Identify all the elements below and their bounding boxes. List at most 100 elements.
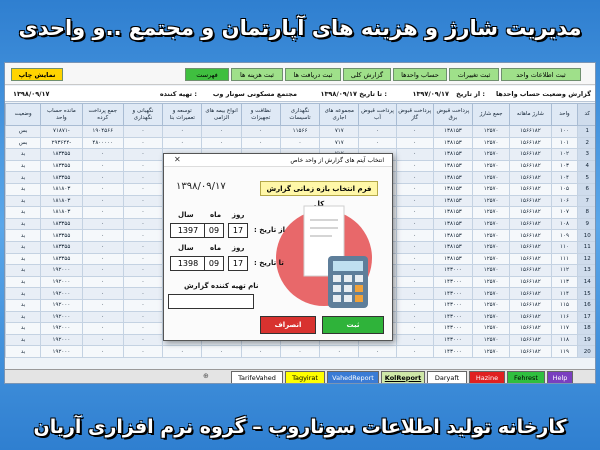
table-cell[interactable]: ٠ [395,159,434,173]
table-cell[interactable]: ٠ [81,264,124,277]
table-cell[interactable]: 2 [577,136,595,150]
table-cell[interactable]: بس [5,136,42,150]
table-cell[interactable]: ۱۵۶۶۱۸۲ [509,287,552,300]
table-cell[interactable]: ٠ [201,345,242,358]
table-cell[interactable]: ۱۳۸۱۵۳ [432,206,474,219]
table-cell[interactable]: ٠ [122,229,164,242]
table-cell[interactable]: ۱۹۲۰۰۰ [40,333,83,347]
table-cell[interactable]: ٠ [81,322,124,335]
table-cell[interactable]: ۱۵۶۶۱۸۲ [509,148,552,161]
table-cell[interactable]: ٠ [395,182,434,196]
table-cell[interactable]: ۱۲۵۷۰ [472,125,511,138]
table-cell[interactable]: ٠ [240,345,281,358]
table-cell[interactable]: ۱۴۳۰۰۰ [432,310,474,324]
table-cell[interactable]: ۱۲۵۷۰ [472,287,511,300]
table-cell[interactable]: ۱۱۹ [550,345,579,358]
table-cell[interactable]: ٠ [395,229,434,242]
table-cell[interactable]: ۱۹۲۰۰۰ [40,298,83,312]
table-cell[interactable]: ۱۵۶۶۱۸۲ [509,310,552,324]
table-cell[interactable]: ۱۲۵۷۰ [472,148,511,161]
table-cell[interactable]: ۱۲۵۷۰ [472,345,511,358]
table-cell[interactable]: ۱۸۳۳۵۵ [40,159,83,173]
table-cell[interactable]: ٠ [162,345,203,358]
table-cell[interactable]: 18 [577,322,595,335]
table-cell[interactable]: ۱۰۵ [550,182,579,196]
table-cell[interactable]: ٠ [81,194,124,208]
expenses-button[interactable]: ثبت هزینه ها [231,68,283,81]
table-cell[interactable]: ۱۵۶۶۱۸۲ [509,136,552,150]
table-cell[interactable]: ٠ [122,148,164,161]
tab-kolreport[interactable]: KolReport [381,371,425,383]
table-cell[interactable]: ۱۸۱۸۰۳ [40,194,83,208]
table-cell[interactable]: ٠ [122,217,164,231]
to-month-input[interactable] [204,256,224,271]
table-cell[interactable]: 11 [577,240,595,254]
preparer-name-input[interactable] [168,294,254,309]
table-cell[interactable]: ۱۵۶۶۱۸۲ [509,217,552,231]
submit-button[interactable]: ثبت [322,316,384,334]
table-cell[interactable]: 3 [577,148,595,161]
table-cell[interactable]: ۱۵۶۶۱۸۲ [509,275,552,289]
table-cell[interactable]: بد [5,287,42,300]
table-cell[interactable]: ۱۸۳۳۵۵ [40,217,83,231]
table-cell[interactable]: ۷۱۷ [319,136,360,150]
table-cell[interactable]: ٠ [358,345,397,358]
table-cell[interactable]: ۱۲۵۷۰ [472,171,511,184]
table-cell[interactable]: ۱۳۸۱۵۳ [432,182,474,196]
table-cell[interactable]: ۱۱۷ [550,322,579,335]
tab-fehrest[interactable]: Fehrest [507,371,545,383]
table-cell[interactable]: ٠ [201,125,242,138]
table-cell[interactable]: ٠ [122,322,164,335]
table-cell[interactable]: ٠ [395,252,434,266]
table-cell[interactable]: ۱۴۳۰۰۰ [432,275,474,289]
table-cell[interactable]: 20 [577,345,595,358]
table-cell[interactable]: ۱۳۸۱۵۳ [432,125,474,138]
table-cell[interactable]: ۱۰۲ [550,148,579,161]
table-cell[interactable]: ۱۹۲۰۰۰ [40,322,83,335]
table-cell[interactable]: ٠ [122,136,164,150]
table-cell[interactable]: ٠ [122,240,164,254]
table-cell[interactable]: ۱۵۶۶۱۸۲ [509,345,552,358]
table-cell[interactable]: ۱۵۶۶۱۸۲ [509,252,552,266]
close-icon[interactable]: ✕ [174,155,181,164]
table-cell[interactable]: ۱۰۰ [550,125,579,138]
table-cell[interactable]: ۱۴۳۰۰۰ [432,345,474,358]
table-cell[interactable]: ٠ [122,182,164,196]
table-cell[interactable]: ۱۸۳۳۵۵ [40,252,83,266]
table-cell[interactable]: ٠ [81,333,124,347]
table-cell[interactable]: ٠ [395,240,434,254]
table-cell[interactable]: ٠ [395,206,434,219]
table-cell[interactable]: 14 [577,275,595,289]
table-cell[interactable]: ٠ [122,310,164,324]
table-cell[interactable]: ٠ [81,182,124,196]
table-cell[interactable]: ۱۴۳۰۰۰ [432,287,474,300]
table-cell[interactable]: 1 [577,125,595,138]
table-cell[interactable]: ۱۳۸۱۵۳ [432,148,474,161]
tab-daryaft[interactable]: Daryaft [427,371,467,383]
table-cell[interactable]: 6 [577,182,595,196]
table-cell[interactable]: ۱۸۳۳۵۵ [40,240,83,254]
table-cell[interactable]: بد [5,206,42,219]
table-cell[interactable]: ٠ [122,159,164,173]
table-cell[interactable]: ٠ [162,136,203,150]
table-cell[interactable]: ۱۹۲۰۰۰ [40,345,83,358]
table-cell[interactable]: بد [5,322,42,335]
table-cell[interactable]: 19 [577,333,595,347]
table-cell[interactable]: ۱۲۵۷۰ [472,206,511,219]
table-cell[interactable]: ۱۱۳ [550,275,579,289]
table-cell[interactable]: ۱۹۰۴۵۶۶ [81,125,124,138]
table-cell[interactable]: بد [5,217,42,231]
table-cell[interactable]: ٠ [395,194,434,208]
table-cell[interactable]: ۱۳۸۱۵۳ [432,171,474,184]
table-cell[interactable]: ۱۵۶۶۱۸۲ [509,322,552,335]
table-cell[interactable]: بد [5,148,42,161]
table-cell[interactable]: ۱۲۵۷۰ [472,322,511,335]
table-cell[interactable]: ٠ [395,287,434,300]
table-cell[interactable]: ٠ [395,136,434,150]
table-cell[interactable]: بد [5,159,42,173]
table-cell[interactable]: ٠ [81,206,124,219]
table-cell[interactable]: ٠ [395,217,434,231]
table-cell[interactable]: ٠ [240,136,281,150]
table-cell[interactable]: ٠ [122,333,164,347]
to-day-input[interactable] [228,256,248,271]
